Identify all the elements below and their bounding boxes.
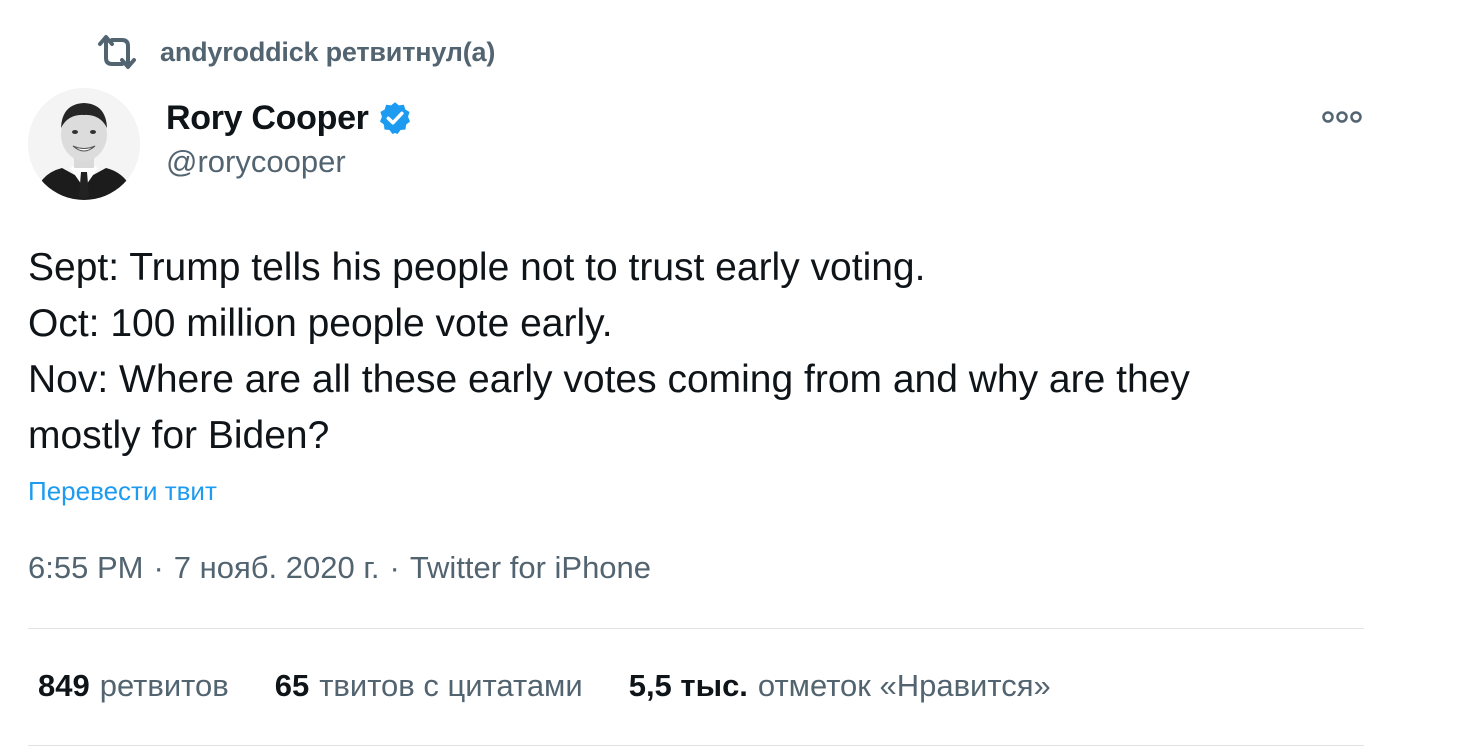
meta-separator: ·: [389, 550, 400, 585]
divider: [28, 745, 1364, 746]
author-name-row: Rory Cooper: [166, 96, 413, 140]
quote-tweets-count: 65: [274, 668, 310, 703]
tweet-text: Sept: Trump tells his people not to trus…: [28, 240, 1408, 464]
retweets-count: 849: [38, 668, 90, 703]
tweet-text-line: Oct: 100 million people vote early.: [28, 302, 613, 345]
tweet-text-line: mostly for Biden?: [28, 414, 330, 457]
author-display-name[interactable]: Rory Cooper: [166, 99, 369, 138]
retweets-stat[interactable]: 849 ретвитов: [38, 668, 229, 704]
verified-badge-icon: [377, 100, 413, 136]
tweet-meta: 6:55 PM · 7 нояб. 2020 г. · Twitter for …: [28, 550, 651, 586]
tweet-text-line: Nov: Where are all these early votes com…: [28, 358, 1190, 401]
tweet-text-line: Sept: Trump tells his people not to trus…: [28, 246, 926, 289]
likes-stat[interactable]: 5,5 тыс. отметок «Нравится»: [629, 668, 1051, 704]
divider: [28, 628, 1364, 629]
more-options-icon[interactable]: [1318, 102, 1366, 132]
tweet-date[interactable]: 7 нояб. 2020 г.: [174, 550, 380, 586]
translate-tweet-link[interactable]: Перевести твит: [28, 476, 217, 507]
tweet-stats: 849 ретвитов 65 твитов с цитатами 5,5 ты…: [38, 668, 1051, 704]
tweet-source[interactable]: Twitter for iPhone: [410, 550, 651, 586]
retweet-context-label[interactable]: andyroddick ретвитнул(а): [160, 37, 495, 68]
retweet-context: andyroddick ретвитнул(а): [94, 30, 495, 74]
quote-tweets-label: твитов с цитатами: [319, 668, 583, 703]
meta-separator: ·: [153, 550, 164, 585]
tweet-time[interactable]: 6:55 PM: [28, 550, 143, 586]
likes-label: отметок «Нравится»: [757, 668, 1051, 703]
author-handle[interactable]: @rorycooper: [166, 144, 346, 180]
avatar[interactable]: [28, 88, 140, 200]
retweet-icon: [94, 34, 140, 70]
retweets-label: ретвитов: [99, 668, 229, 703]
quote-tweets-stat[interactable]: 65 твитов с цитатами: [275, 668, 583, 704]
likes-count: 5,5 тыс.: [628, 668, 748, 703]
